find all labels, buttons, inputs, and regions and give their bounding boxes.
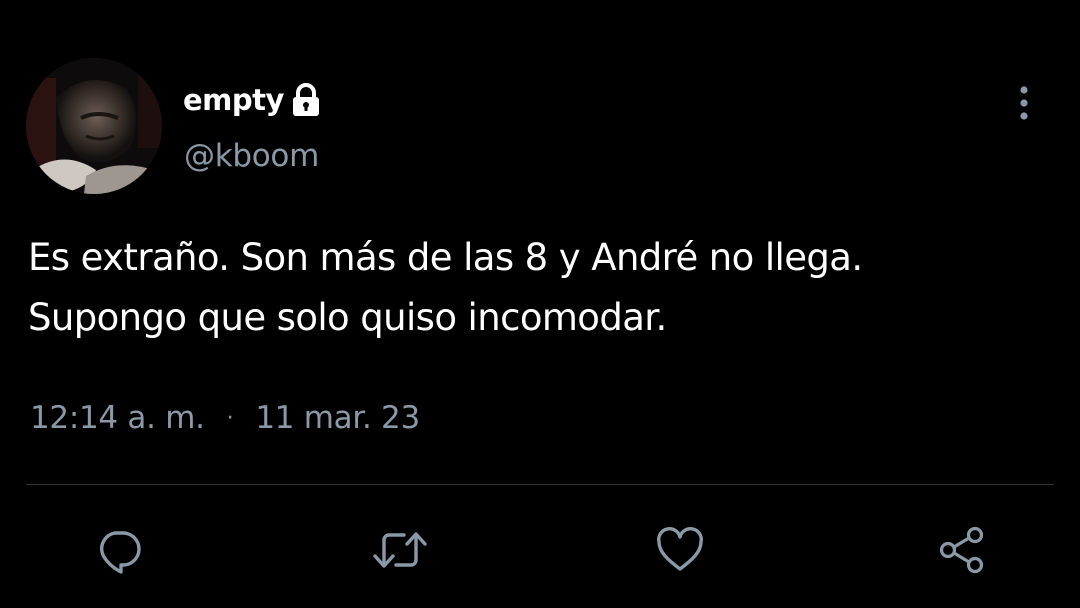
tweet-text: Es extraño. Son más de las 8 y André no …: [28, 236, 863, 339]
retweet-icon: [371, 525, 429, 575]
heart-icon: [654, 526, 706, 574]
reply-button[interactable]: [91, 522, 147, 578]
retweet-button[interactable]: [372, 522, 428, 578]
lock-icon: [290, 83, 322, 117]
share-button[interactable]: [934, 522, 990, 578]
tweet-time[interactable]: 12:14 a. m.: [30, 400, 205, 436]
share-icon: [936, 524, 988, 576]
tweet: empty @kboom Es extraño. Son más de las …: [0, 0, 1080, 608]
avatar[interactable]: [26, 58, 162, 194]
author-name-row: empty: [183, 78, 322, 122]
like-button[interactable]: [652, 522, 708, 578]
display-name[interactable]: empty: [183, 83, 284, 117]
username-handle[interactable]: @kboom: [184, 138, 319, 174]
tweet-metadata: 12:14 a. m. · 11 mar. 23: [30, 396, 420, 440]
meta-separator: ·: [226, 405, 234, 431]
reply-icon: [94, 525, 144, 575]
profile-photo: [26, 58, 162, 194]
more-vertical-icon[interactable]: [1012, 84, 1036, 122]
divider: [26, 484, 1054, 485]
tweet-date[interactable]: 11 mar. 23: [255, 400, 420, 436]
